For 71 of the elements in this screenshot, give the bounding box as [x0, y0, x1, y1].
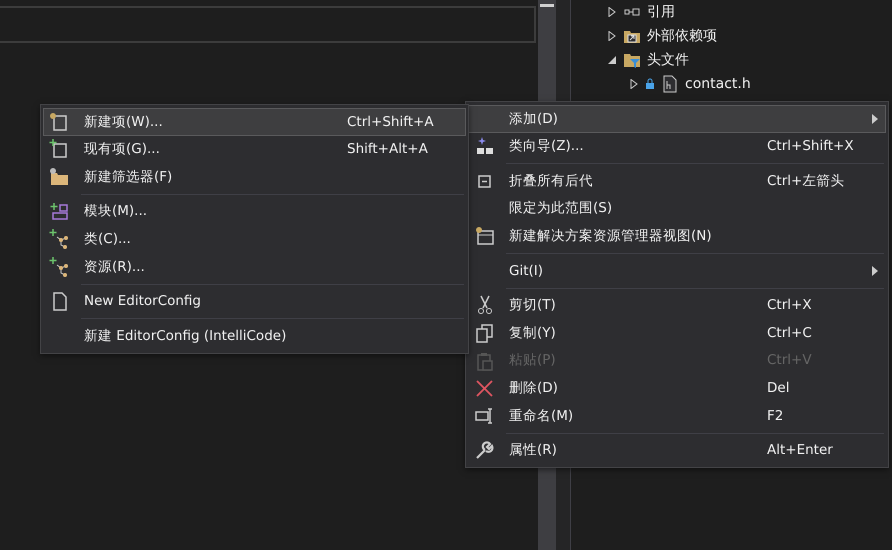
folder-icon — [623, 51, 641, 69]
menu-item-label: 属性(R) — [509, 441, 558, 460]
menu-item-label: 添加(D) — [509, 110, 559, 129]
menu-item[interactable]: 模块(M)... — [43, 198, 466, 226]
menu-item[interactable]: 折叠所有后代 Ctrl+左箭头 — [468, 167, 886, 195]
shortcut-label: Ctrl+左箭头 — [767, 172, 846, 191]
shortcut-label: Ctrl+X — [767, 296, 813, 316]
menu-item[interactable]: 复制(Y) Ctrl+C — [468, 319, 886, 347]
shortcut-label: F2 — [767, 406, 784, 426]
class-wizard-icon — [474, 136, 494, 156]
class-icon — [49, 256, 69, 277]
menu-item-label: 粘贴(P) — [509, 351, 557, 370]
tree-item-label[interactable]: contact.h — [685, 74, 751, 94]
menu-item-label: 重命名(M) — [509, 406, 574, 426]
menu-item[interactable]: 限定为此范围(S) — [468, 194, 886, 222]
menu-item-label: 删除(D) — [509, 379, 559, 398]
expanded-arrow-icon[interactable] — [607, 55, 617, 65]
menu-item-label: New EditorConfig — [84, 292, 202, 312]
shortcut-label: Shift+Alt+A — [347, 140, 429, 160]
menu-item-label: 模块(M)... — [84, 202, 148, 222]
folder-icon — [49, 166, 69, 187]
menu-item[interactable]: 删除(D) Del — [468, 374, 886, 402]
copy-icon — [474, 322, 494, 343]
tree-item-label[interactable]: 引用 — [647, 2, 675, 22]
shortcut-label: Del — [767, 379, 790, 398]
shortcut-label: Ctrl+Shift+X — [767, 137, 855, 156]
menu-item[interactable]: 属性(R) Alt+Enter — [468, 436, 886, 464]
menu-item[interactable]: Git(I) — [468, 256, 886, 285]
shortcut-label: Alt+Enter — [767, 441, 834, 460]
menu-item-label: 新建项(W)... — [84, 112, 164, 132]
menu-item[interactable]: 剪切(T) Ctrl+X — [468, 292, 886, 320]
wrench-icon — [474, 440, 494, 460]
collapsed-arrow-icon[interactable] — [629, 79, 639, 89]
menu-item-label: 折叠所有后代 — [509, 172, 594, 191]
menu-item-label: 剪切(T) — [509, 296, 557, 316]
tree-item-label[interactable]: 外部依赖项 — [647, 26, 717, 46]
menu-item[interactable]: 类(C)... — [43, 225, 466, 253]
shortcut-label: Ctrl+Shift+A — [347, 112, 435, 132]
module-icon — [49, 202, 69, 222]
rename-icon — [474, 406, 494, 426]
menu-item-label: 新建解决方案资源管理器视图(N) — [509, 227, 713, 246]
menu-item[interactable]: New EditorConfig — [43, 288, 466, 316]
menu-item[interactable]: 新建筛选器(F) — [43, 163, 466, 191]
menu-item-label: 复制(Y) — [509, 324, 557, 343]
menu-item[interactable]: 现有项(G)... Shift+Alt+A — [43, 136, 466, 164]
menu-item[interactable]: 资源(R)... — [43, 252, 466, 281]
menu-item[interactable]: 新建 EditorConfig (IntelliCode) — [43, 322, 466, 350]
menu-item-label: 现有项(G)... — [84, 140, 161, 160]
collapsed-arrow-icon[interactable] — [607, 7, 617, 17]
menu-item-label: 类向导(Z)... — [509, 137, 585, 156]
class-icon — [49, 229, 69, 250]
menu-item-label: Git(I) — [509, 262, 544, 281]
menu-item-label: 限定为此范围(S) — [509, 199, 614, 218]
collapsed-arrow-icon[interactable] — [607, 31, 617, 41]
new-item-icon — [49, 112, 69, 132]
shortcut-label: Ctrl+V — [767, 351, 813, 370]
menu-item[interactable]: 重命名(M) F2 — [468, 402, 886, 430]
menu-item-label: 资源(R)... — [84, 258, 146, 277]
delete-icon — [474, 378, 494, 398]
tree-item-label[interactable]: 头文件 — [647, 50, 689, 70]
menu-item[interactable]: 添加(D) — [468, 105, 886, 133]
menu-item-label: 新建筛选器(F) — [84, 168, 174, 187]
menu-item[interactable]: 新建项(W)... Ctrl+Shift+A — [43, 108, 466, 136]
menu-item[interactable]: 新建解决方案资源管理器视图(N) — [468, 222, 886, 250]
add-item-icon — [49, 139, 69, 160]
header-file-icon — [661, 75, 679, 93]
menu-item-label: 新建 EditorConfig (IntelliCode) — [84, 326, 288, 346]
shortcut-label: Ctrl+C — [767, 324, 813, 343]
new-view-icon — [474, 226, 494, 246]
menu-item-label: 类(C)... — [84, 230, 132, 250]
menu-item[interactable]: 类向导(Z)... Ctrl+Shift+X — [468, 132, 886, 160]
